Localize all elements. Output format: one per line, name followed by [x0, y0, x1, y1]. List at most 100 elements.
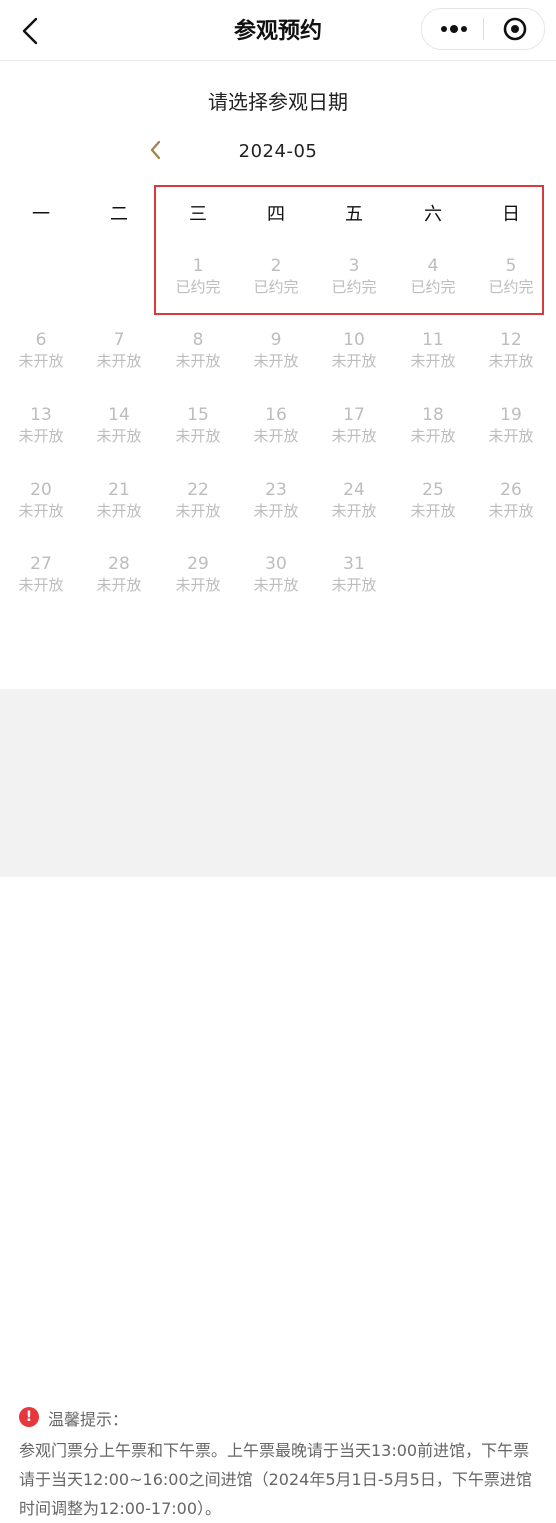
day-status: 未开放: [253, 352, 299, 370]
close-target-icon: [503, 17, 527, 41]
calendar-day[interactable]: 12 未开放: [472, 330, 550, 390]
day-status: 未开放: [331, 502, 377, 520]
calendar-day[interactable]: 16 未开放: [237, 405, 315, 465]
day-number: 26: [500, 480, 522, 500]
day-status: 未开放: [331, 427, 377, 445]
day-number: 9: [270, 330, 282, 350]
weekday-label: 三: [189, 204, 207, 225]
day-number: 12: [500, 330, 522, 350]
day-number: 23: [265, 480, 287, 500]
day-number: 13: [30, 405, 52, 425]
calendar-day[interactable]: 13 未开放: [2, 405, 80, 465]
calendar-day[interactable]: 30 未开放: [237, 554, 315, 614]
day-number: 27: [30, 554, 52, 574]
day-number: 5: [505, 256, 517, 276]
day-number: 17: [343, 405, 365, 425]
weekday-label: 二: [110, 204, 128, 225]
weekday-label: 四: [267, 204, 285, 225]
day-number: 10: [343, 330, 365, 350]
weekday-label: 一: [32, 204, 50, 225]
day-status: 已约完: [331, 278, 377, 296]
day-status: 未开放: [488, 427, 534, 445]
day-number: 28: [108, 554, 130, 574]
day-number: 22: [187, 480, 209, 500]
day-number: 16: [265, 405, 287, 425]
calendar-day[interactable]: 4 已约完: [394, 256, 472, 316]
day-number: 24: [343, 480, 365, 500]
calendar-day[interactable]: 11 未开放: [394, 330, 472, 390]
day-number: 15: [187, 405, 209, 425]
calendar-day[interactable]: 31 未开放: [315, 554, 393, 614]
day-number: 20: [30, 480, 52, 500]
calendar-day[interactable]: 21 未开放: [80, 480, 158, 540]
day-status: 未开放: [253, 502, 299, 520]
calendar-day[interactable]: 2 已约完: [237, 256, 315, 316]
calendar-day[interactable]: 8 未开放: [159, 330, 237, 390]
day-status: 未开放: [488, 352, 534, 370]
calendar-day[interactable]: 7 未开放: [80, 330, 158, 390]
day-status: 未开放: [18, 576, 64, 594]
more-button[interactable]: [422, 9, 482, 49]
calendar-day[interactable]: 19 未开放: [472, 405, 550, 465]
more-dots-icon: [441, 25, 467, 33]
day-status: 未开放: [18, 502, 64, 520]
calendar-day[interactable]: 29 未开放: [159, 554, 237, 614]
calendar-day[interactable]: 24 未开放: [315, 480, 393, 540]
calendar-day[interactable]: 5 已约完: [472, 256, 550, 316]
day-status: 未开放: [175, 576, 221, 594]
weekday-label: 日: [502, 204, 520, 225]
calendar-day[interactable]: 6 未开放: [2, 330, 80, 390]
warning-icon: !: [19, 1407, 39, 1427]
day-status: 未开放: [253, 427, 299, 445]
current-month: 2024-05: [238, 141, 318, 162]
navigation-bar: 参观预约: [0, 0, 556, 61]
date-select-heading: 请选择参观日期: [208, 90, 348, 114]
calendar-day[interactable]: 1 已约完: [159, 256, 237, 316]
calendar-day[interactable]: 27 未开放: [2, 554, 80, 614]
day-number: 14: [108, 405, 130, 425]
calendar-day[interactable]: 10 未开放: [315, 330, 393, 390]
day-status: 已约完: [410, 278, 456, 296]
day-status: 未开放: [175, 502, 221, 520]
calendar-day[interactable]: 3 已约完: [315, 256, 393, 316]
day-number: 1: [192, 256, 204, 276]
close-button[interactable]: [484, 9, 544, 49]
day-number: 7: [113, 330, 125, 350]
day-number: 4: [427, 256, 439, 276]
day-status: 未开放: [410, 352, 456, 370]
calendar-day[interactable]: 26 未开放: [472, 480, 550, 540]
notice-title: 温馨提示：: [48, 1410, 129, 1429]
day-number: 2: [270, 256, 282, 276]
day-number: 30: [265, 554, 287, 574]
weekday-label: 五: [345, 204, 363, 225]
calendar-day[interactable]: 17 未开放: [315, 405, 393, 465]
day-status: 未开放: [96, 427, 142, 445]
day-number: 11: [422, 330, 444, 350]
calendar-day[interactable]: 20 未开放: [2, 480, 80, 540]
day-status: 已约完: [175, 278, 221, 296]
day-number: 31: [343, 554, 365, 574]
day-status: 未开放: [18, 352, 64, 370]
calendar-day[interactable]: 22 未开放: [159, 480, 237, 540]
day-status: 未开放: [96, 352, 142, 370]
calendar-day[interactable]: 9 未开放: [237, 330, 315, 390]
day-number: 18: [422, 405, 444, 425]
day-number: 3: [348, 256, 360, 276]
day-number: 6: [35, 330, 47, 350]
notice-body: 参观门票分上午票和下午票。上午票最晚请于当天13:00前进馆，下午票请于当天12…: [19, 1441, 532, 1518]
day-number: 29: [187, 554, 209, 574]
day-number: 21: [108, 480, 130, 500]
day-number: 25: [422, 480, 444, 500]
calendar-day[interactable]: 23 未开放: [237, 480, 315, 540]
day-status: 未开放: [331, 352, 377, 370]
mini-program-capsule: [421, 8, 545, 50]
day-status: 未开放: [331, 576, 377, 594]
calendar-day[interactable]: 18 未开放: [394, 405, 472, 465]
weekday-label: 六: [424, 204, 442, 225]
calendar-day[interactable]: 28 未开放: [80, 554, 158, 614]
day-status: 未开放: [18, 427, 64, 445]
calendar-day[interactable]: 14 未开放: [80, 405, 158, 465]
calendar-day[interactable]: 15 未开放: [159, 405, 237, 465]
day-status: 未开放: [96, 576, 142, 594]
calendar-day[interactable]: 25 未开放: [394, 480, 472, 540]
